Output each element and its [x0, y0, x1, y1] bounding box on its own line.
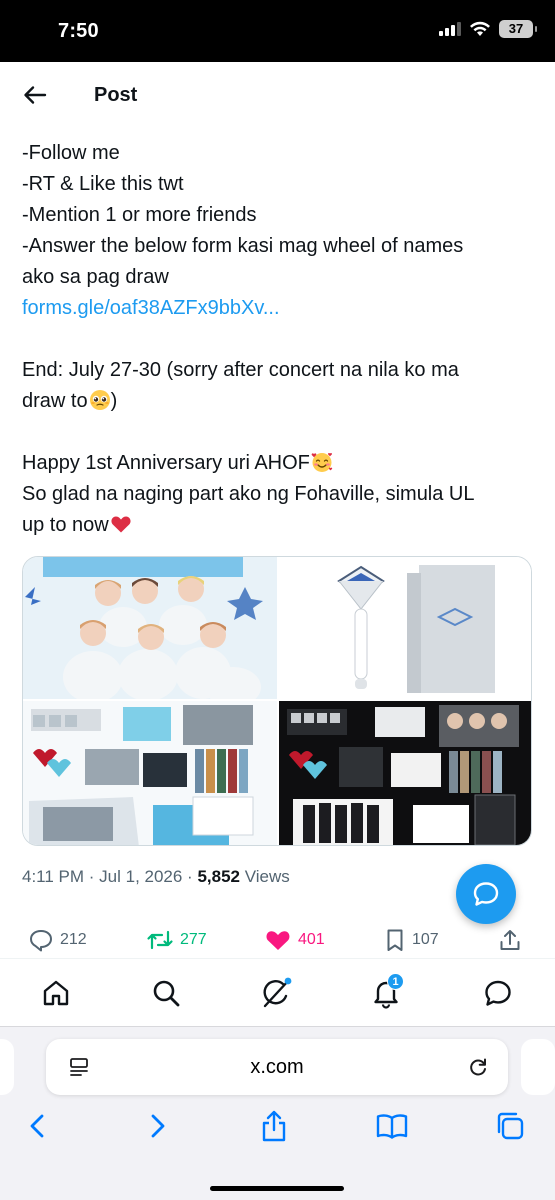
share-button[interactable]	[498, 928, 522, 952]
status-time: 7:50	[58, 20, 99, 42]
form-link[interactable]: forms.gle/oaf38AZFx9bbXv...	[22, 297, 280, 319]
tweet-end-line: End: July 27-30 (sorry after concert na …	[22, 359, 459, 381]
battery-icon: 37	[499, 20, 537, 38]
reply-icon	[30, 930, 52, 952]
book-icon	[376, 1114, 408, 1139]
home-indicator	[210, 1186, 344, 1191]
wifi-icon	[470, 21, 490, 36]
red-heart-emoji	[111, 516, 131, 533]
search-icon	[153, 980, 180, 1007]
browser-bookmarks-button[interactable]	[374, 1108, 410, 1144]
album-version-black-photo[interactable]	[279, 701, 531, 845]
bookmark-icon	[387, 929, 403, 951]
reply-button[interactable]: 212	[28, 928, 87, 952]
glad-text: up to now	[22, 514, 109, 536]
tab-search[interactable]	[146, 973, 186, 1013]
cellular-signal-icon	[439, 22, 461, 36]
tweet-end-paren: )	[110, 390, 118, 412]
reload-icon[interactable]	[466, 1055, 490, 1079]
url-text: x.com	[250, 1056, 304, 1078]
previous-tab-preview[interactable]	[0, 1039, 14, 1095]
repost-button[interactable]: 277	[146, 928, 207, 952]
status-bar: 7:50 37	[0, 0, 555, 62]
next-tab-preview[interactable]	[521, 1039, 555, 1095]
notification-badge: 1	[387, 973, 404, 990]
tweet-line: -Answer the below form kasi mag wheel of…	[22, 235, 464, 257]
tweet-glad-line: So glad na naging part ako ng Fohaville,…	[22, 483, 475, 505]
media-grid	[22, 556, 532, 846]
repost-count: 277	[180, 931, 207, 948]
messages-icon	[485, 980, 511, 1006]
browser-back-button[interactable]	[20, 1108, 56, 1144]
browser-forward-button[interactable]	[139, 1108, 175, 1144]
group-photo[interactable]	[23, 557, 277, 699]
views-label: Views	[239, 867, 290, 886]
browser-tabs-button[interactable]	[492, 1108, 528, 1144]
bookmark-count: 107	[412, 931, 439, 948]
reply-bubble-icon	[473, 882, 499, 906]
tweet-anniversary-line: Happy 1st Anniversary uri AHOF	[22, 448, 522, 479]
tweet-line: ako sa pag draw	[22, 266, 169, 288]
tweet-line: -RT & Like this twt	[22, 173, 184, 195]
smiling-face-with-hearts-emoji	[311, 453, 333, 472]
compose-reply-button[interactable]	[456, 864, 516, 924]
heart-icon	[266, 931, 290, 950]
status-icons: 37	[439, 20, 537, 38]
repost-icon	[147, 930, 173, 950]
chevron-left-icon	[30, 1114, 44, 1138]
anniversary-text: Happy 1st Anniversary uri AHOF	[22, 452, 310, 474]
tab-grok[interactable]	[256, 973, 296, 1013]
tweet-glad-line-2: up to now	[22, 510, 522, 541]
tweet-line: -Mention 1 or more friends	[22, 204, 257, 226]
address-bar[interactable]: x.com	[46, 1039, 508, 1095]
pleading-face-emoji	[89, 390, 110, 410]
arrow-left-icon[interactable]	[22, 82, 48, 108]
chevron-right-icon	[151, 1114, 165, 1138]
post-timestamp: 4:11 PM · Jul 1, 2026 · 5,852 Views	[22, 867, 290, 887]
tab-messages[interactable]	[478, 973, 518, 1013]
tweet-end-text: draw to	[22, 390, 88, 412]
album-version-white-photo[interactable]	[23, 701, 277, 845]
reply-count: 212	[60, 931, 87, 948]
post-actions: 212 277 401 107	[0, 928, 555, 958]
like-button[interactable]: 401	[264, 928, 325, 952]
lightstick-photo[interactable]	[279, 557, 531, 699]
tab-notifications[interactable]: 1	[366, 973, 406, 1013]
timestamp-text: 4:11 PM · Jul 1, 2026 ·	[22, 867, 198, 886]
share-icon	[500, 930, 520, 950]
tab-home[interactable]	[36, 973, 76, 1013]
post-header: Post	[0, 62, 555, 126]
tweet-line: -Follow me	[22, 142, 120, 164]
tweet-text: -Follow me -RT & Like this twt -Mention …	[22, 138, 522, 541]
page-title: Post	[94, 84, 138, 106]
home-icon	[43, 980, 69, 1006]
grok-icon	[263, 977, 292, 1008]
tabs-icon	[497, 1112, 524, 1140]
share-icon	[262, 1110, 286, 1142]
bookmark-button[interactable]: 107	[384, 928, 439, 952]
browser-share-button[interactable]	[256, 1108, 292, 1144]
tweet-end-line-2: draw to )	[22, 386, 522, 417]
like-count: 401	[298, 931, 325, 948]
app-tab-bar: 1	[0, 958, 555, 1026]
views-count: 5,852	[197, 867, 240, 886]
